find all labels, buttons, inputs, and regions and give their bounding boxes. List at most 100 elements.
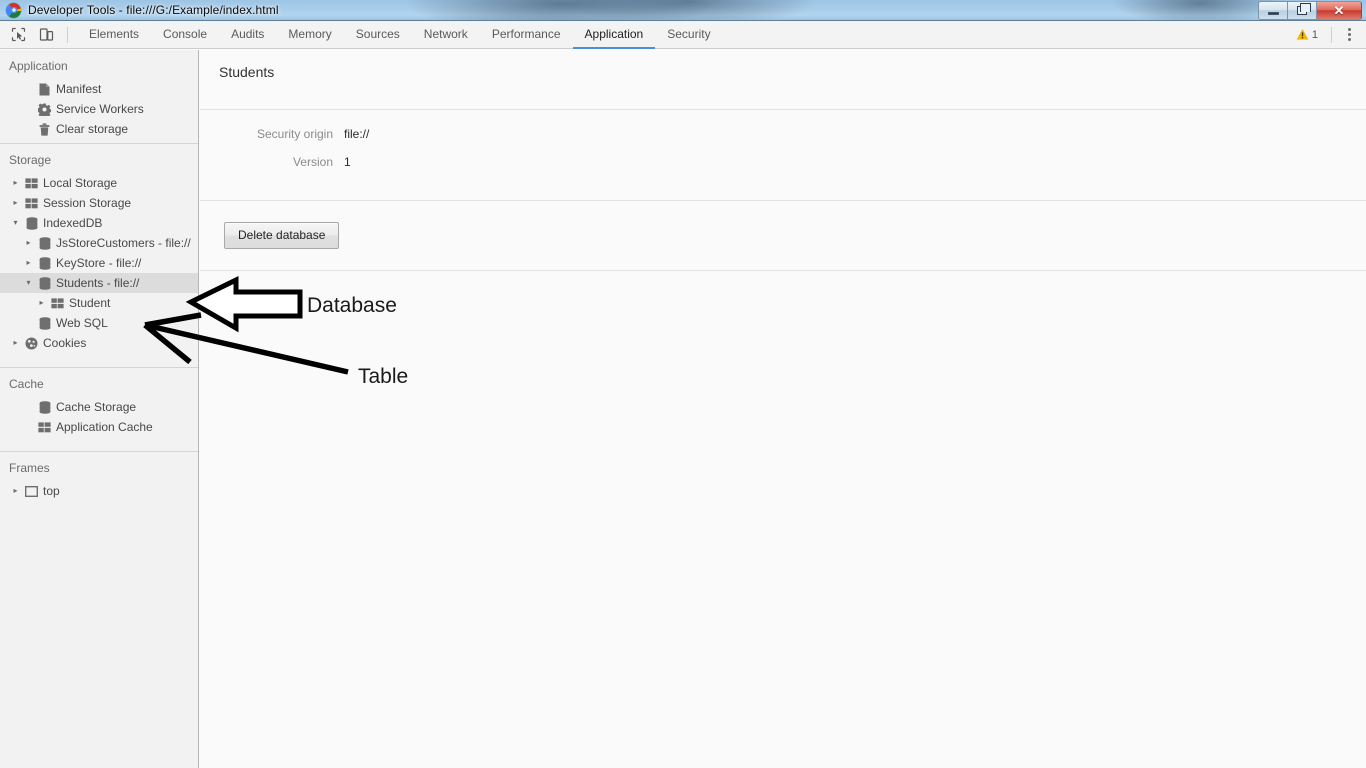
trash-icon bbox=[35, 122, 54, 136]
sidebar-item-keystore-label: KeyStore - file:// bbox=[56, 256, 142, 270]
database-icon bbox=[35, 276, 54, 290]
tab-elements-label: Elements bbox=[89, 26, 140, 41]
sidebar-item-student-table-label: Student bbox=[69, 296, 111, 310]
tab-sources-label: Sources bbox=[355, 26, 400, 41]
sidebar-item-cookies[interactable]: ▸ Cookies bbox=[0, 333, 198, 353]
tabbar-right-group: 1 bbox=[1290, 24, 1366, 46]
sidebar-section-application-title: Application bbox=[9, 59, 68, 73]
sidebar-item-cache-storage[interactable]: ▸ Cache Storage bbox=[0, 397, 198, 417]
metric-version-value: 1 bbox=[344, 155, 351, 169]
devtools-window: Developer Tools - file:///G:/Example/ind… bbox=[0, 0, 1366, 768]
close-icon: ✕ bbox=[1333, 2, 1345, 18]
kebab-dot bbox=[1347, 38, 1351, 41]
tab-performance[interactable]: Performance bbox=[480, 21, 573, 49]
cookie-icon bbox=[22, 337, 41, 350]
sidebar-item-cache-storage-label: Cache Storage bbox=[56, 400, 137, 414]
close-button[interactable]: ✕ bbox=[1316, 0, 1362, 20]
inspect-element-icon bbox=[11, 27, 25, 42]
minimize-button[interactable] bbox=[1258, 0, 1287, 20]
warning-count: 1 bbox=[1311, 28, 1318, 41]
sidebar-item-application-cache[interactable]: ▸ Application Cache bbox=[0, 417, 198, 437]
devtools-tabbar: Elements Console Audits Memory Sources N… bbox=[0, 21, 1366, 49]
restore-icon bbox=[1297, 2, 1311, 15]
metric-security-origin: Security origin file:// bbox=[200, 127, 1366, 155]
tab-security[interactable]: Security bbox=[655, 21, 722, 49]
tab-audits[interactable]: Audits bbox=[219, 21, 276, 49]
twisty-collapsed-icon[interactable]: ▸ bbox=[9, 487, 22, 495]
twisty-collapsed-icon[interactable]: ▸ bbox=[22, 259, 35, 267]
database-metrics: Security origin file:// Version 1 bbox=[200, 110, 1366, 200]
tab-console[interactable]: Console bbox=[151, 21, 219, 49]
database-icon bbox=[35, 256, 54, 270]
panel-tabs: Elements Console Audits Memory Sources N… bbox=[77, 21, 723, 49]
sidebar-item-manifest[interactable]: ▸ Manifest bbox=[0, 79, 198, 99]
sidebar-item-top-frame-label: top bbox=[43, 484, 60, 498]
inspect-element-button[interactable] bbox=[6, 24, 30, 46]
tab-network[interactable]: Network bbox=[412, 21, 480, 49]
tab-application[interactable]: Application bbox=[572, 21, 656, 49]
twisty-collapsed-icon[interactable]: ▸ bbox=[9, 339, 22, 347]
kebab-dot bbox=[1347, 28, 1351, 31]
sidebar-section-cache-title: Cache bbox=[9, 377, 44, 391]
toolbar-separator bbox=[67, 26, 68, 43]
kebab-dot bbox=[1347, 33, 1351, 36]
sidebar-item-student-table[interactable]: ▸ Student bbox=[0, 293, 198, 313]
sidebar-item-keystore[interactable]: ▸ KeyStore - file:// bbox=[0, 253, 198, 273]
sidebar-item-top-frame[interactable]: ▸ top bbox=[0, 481, 198, 501]
sidebar-item-indexeddb-label: IndexedDB bbox=[43, 216, 103, 230]
sidebar-item-service-workers-label: Service Workers bbox=[56, 102, 144, 116]
sidebar-item-service-workers[interactable]: ▸ Service Workers bbox=[0, 99, 198, 119]
sidebar-item-clear-storage[interactable]: ▸ Clear storage bbox=[0, 119, 198, 139]
twisty-collapsed-icon[interactable]: ▸ bbox=[9, 199, 22, 207]
twisty-expanded-icon[interactable]: ▾ bbox=[22, 279, 35, 287]
database-icon bbox=[22, 216, 41, 230]
window-controls: ✕ bbox=[1258, 0, 1362, 20]
delete-database-button[interactable]: Delete database bbox=[224, 222, 340, 249]
tab-sources[interactable]: Sources bbox=[344, 21, 412, 49]
tabbar-separator bbox=[1331, 26, 1332, 43]
database-icon bbox=[35, 400, 54, 414]
twisty-collapsed-icon[interactable]: ▸ bbox=[22, 239, 35, 247]
tab-application-label: Application bbox=[584, 26, 644, 41]
sidebar-item-web-sql[interactable]: ▸ Web SQL bbox=[0, 313, 198, 333]
tab-network-label: Network bbox=[423, 26, 468, 41]
titlebar-left-group: Developer Tools - file:///G:/Example/ind… bbox=[0, 2, 1258, 18]
sidebar-item-jsstorecustomers[interactable]: ▸ JsStoreCustomers - file:// bbox=[0, 233, 198, 253]
table-grid-icon bbox=[22, 197, 41, 209]
gear-icon bbox=[35, 103, 54, 116]
sidebar-item-application-cache-label: Application Cache bbox=[56, 420, 153, 434]
sidebar-item-web-sql-label: Web SQL bbox=[56, 316, 108, 330]
sidebar-item-jsstorecustomers-label: JsStoreCustomers - file:// bbox=[56, 236, 191, 250]
sidebar-item-students-database-label: Students - file:// bbox=[56, 276, 140, 290]
device-toolbar-button[interactable] bbox=[34, 24, 58, 46]
metric-security-origin-key: Security origin bbox=[256, 127, 333, 141]
sidebar-item-cookies-label: Cookies bbox=[43, 336, 87, 350]
warning-indicator[interactable]: 1 bbox=[1290, 28, 1324, 41]
window-titlebar: Developer Tools - file:///G:/Example/ind… bbox=[0, 0, 1366, 21]
tab-elements[interactable]: Elements bbox=[77, 21, 151, 49]
application-sidebar[interactable]: Application ▸ Manifest ▸ Service Workers… bbox=[0, 50, 199, 768]
table-grid-icon bbox=[35, 421, 54, 433]
chrome-logo-icon bbox=[6, 2, 21, 18]
sidebar-section-frames-title: Frames bbox=[9, 461, 50, 475]
metric-security-origin-value: file:// bbox=[344, 127, 370, 141]
twisty-collapsed-icon[interactable]: ▸ bbox=[9, 179, 22, 187]
table-grid-icon bbox=[22, 177, 41, 189]
sidebar-item-indexeddb[interactable]: ▾ IndexedDB bbox=[0, 213, 198, 233]
sidebar-item-session-storage[interactable]: ▸ Session Storage bbox=[0, 193, 198, 213]
sidebar-item-manifest-label: Manifest bbox=[56, 82, 102, 96]
more-options-kebab-icon[interactable] bbox=[1339, 24, 1359, 46]
delete-database-button-wrap: Delete database bbox=[200, 201, 1366, 249]
twisty-expanded-icon[interactable]: ▾ bbox=[9, 219, 22, 227]
device-toolbar-icon bbox=[39, 28, 53, 41]
tab-performance-label: Performance bbox=[491, 26, 561, 41]
database-icon bbox=[35, 236, 54, 250]
sidebar-item-students-database[interactable]: ▾ Students - file:// bbox=[0, 273, 198, 293]
tab-memory-label: Memory bbox=[288, 26, 332, 41]
tab-memory[interactable]: Memory bbox=[276, 21, 343, 49]
metric-version-key: Version bbox=[292, 155, 333, 169]
twisty-collapsed-icon[interactable]: ▸ bbox=[35, 299, 48, 307]
restore-button[interactable] bbox=[1287, 0, 1316, 20]
sidebar-item-session-storage-label: Session Storage bbox=[43, 196, 132, 210]
sidebar-item-local-storage[interactable]: ▸ Local Storage bbox=[0, 173, 198, 193]
